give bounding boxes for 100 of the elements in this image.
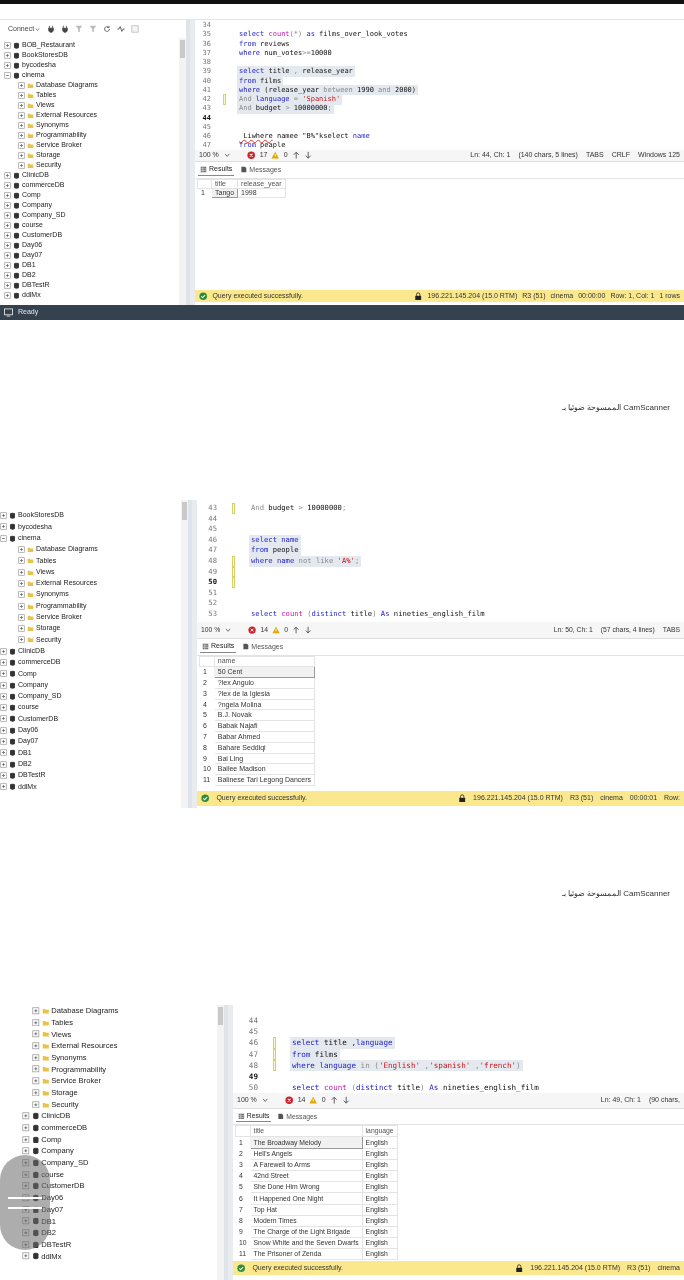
expand-icon[interactable] — [22, 1252, 30, 1261]
scrollbar[interactable] — [181, 500, 188, 808]
expand-icon[interactable] — [18, 161, 25, 169]
database-icon — [9, 647, 16, 655]
expand-icon[interactable] — [22, 1123, 30, 1132]
expand-icon[interactable] — [4, 221, 11, 229]
expand-icon[interactable] — [18, 557, 25, 565]
expand-icon[interactable] — [0, 704, 7, 712]
expand-icon[interactable] — [32, 1077, 40, 1085]
expand-icon[interactable] — [18, 151, 25, 159]
database-icon — [13, 41, 20, 49]
activity-icon[interactable] — [117, 25, 126, 33]
plug-icon[interactable] — [61, 25, 70, 33]
expand-icon[interactable] — [4, 191, 11, 199]
expand-icon[interactable] — [4, 251, 11, 259]
expand-icon[interactable] — [22, 1240, 30, 1249]
expand-icon[interactable] — [18, 131, 25, 139]
expand-icon[interactable] — [22, 1217, 30, 1225]
expand-icon[interactable] — [22, 1182, 30, 1190]
expand-icon[interactable] — [0, 692, 7, 700]
error-icon[interactable] — [285, 1096, 294, 1105]
expand-icon[interactable] — [4, 71, 11, 79]
expand-icon[interactable] — [18, 121, 25, 129]
error-icon[interactable] — [247, 151, 256, 160]
caret-icon — [260, 1096, 270, 1105]
expand-icon[interactable] — [4, 171, 11, 179]
expand-icon[interactable] — [4, 41, 11, 49]
expand-icon[interactable] — [22, 1229, 30, 1237]
expand-icon[interactable] — [0, 726, 7, 734]
expand-icon[interactable] — [22, 1135, 30, 1144]
scrollbar[interactable] — [179, 38, 186, 305]
expand-icon[interactable] — [18, 636, 25, 644]
expand-icon[interactable] — [0, 670, 7, 678]
expand-icon[interactable] — [4, 181, 11, 189]
expand-icon[interactable] — [0, 681, 7, 689]
arrow-down-icon[interactable] — [342, 1096, 351, 1105]
expand-icon[interactable] — [4, 281, 11, 289]
expand-icon[interactable] — [0, 771, 7, 779]
expand-icon[interactable] — [4, 61, 11, 69]
expand-icon[interactable] — [22, 1159, 30, 1167]
expand-icon[interactable] — [18, 141, 25, 149]
expand-icon[interactable] — [4, 261, 11, 269]
expand-icon[interactable] — [32, 1018, 40, 1027]
expand-icon[interactable] — [0, 512, 7, 520]
expand-icon[interactable] — [18, 602, 25, 610]
message-icon — [277, 1113, 285, 1120]
expand-icon[interactable] — [0, 783, 7, 791]
expand-icon[interactable] — [18, 591, 25, 599]
expand-icon[interactable] — [0, 715, 7, 723]
expand-icon[interactable] — [4, 271, 11, 279]
expand-icon[interactable] — [18, 81, 25, 89]
expand-icon[interactable] — [32, 1100, 40, 1109]
screen-icon — [4, 308, 13, 317]
expand-icon[interactable] — [18, 613, 25, 621]
expand-icon[interactable] — [32, 1042, 40, 1050]
expand-icon[interactable] — [22, 1112, 30, 1120]
expand-icon[interactable] — [0, 534, 7, 542]
expand-icon[interactable] — [18, 546, 25, 554]
expand-icon[interactable] — [4, 241, 11, 249]
expand-icon[interactable] — [0, 647, 7, 655]
error-icon[interactable] — [248, 625, 257, 635]
expand-icon[interactable] — [4, 51, 11, 59]
expand-icon[interactable] — [4, 201, 11, 209]
arrow-up-icon[interactable] — [329, 1096, 339, 1105]
database-icon — [13, 281, 20, 289]
expand-icon[interactable] — [0, 749, 7, 757]
expand-icon[interactable] — [18, 568, 25, 576]
warning-icon[interactable] — [272, 625, 281, 635]
scrollbar[interactable] — [217, 1005, 224, 1280]
expand-icon[interactable] — [4, 231, 11, 239]
arrow-up-icon[interactable] — [292, 625, 301, 635]
database-icon — [13, 181, 20, 189]
expand-icon[interactable] — [32, 1030, 40, 1038]
expand-icon[interactable] — [18, 625, 25, 633]
expand-icon[interactable] — [18, 101, 25, 109]
expand-icon[interactable] — [0, 760, 7, 768]
expand-icon[interactable] — [4, 291, 11, 299]
lock-icon — [414, 291, 423, 301]
warning-icon[interactable] — [271, 151, 280, 160]
expand-icon[interactable] — [18, 579, 25, 587]
arrow-down-icon[interactable] — [304, 151, 313, 160]
expand-icon[interactable] — [32, 1053, 40, 1062]
expand-icon[interactable] — [22, 1170, 30, 1179]
refresh-icon[interactable] — [103, 25, 112, 33]
expand-icon[interactable] — [32, 1088, 40, 1097]
warning-icon[interactable] — [309, 1096, 318, 1105]
expand-icon[interactable] — [22, 1147, 30, 1155]
expand-icon[interactable] — [0, 659, 7, 666]
arrow-down-icon[interactable] — [304, 625, 313, 635]
database-icon — [31, 1217, 40, 1225]
expand-icon[interactable] — [4, 211, 11, 219]
expand-icon[interactable] — [32, 1065, 40, 1074]
expand-icon[interactable] — [18, 91, 25, 99]
database-icon — [9, 771, 16, 779]
expand-icon[interactable] — [18, 111, 25, 119]
expand-icon[interactable] — [0, 523, 7, 531]
arrow-up-icon[interactable] — [291, 151, 301, 160]
plug-icon[interactable] — [47, 25, 56, 33]
expand-icon[interactable] — [32, 1007, 40, 1015]
expand-icon[interactable] — [0, 738, 7, 746]
